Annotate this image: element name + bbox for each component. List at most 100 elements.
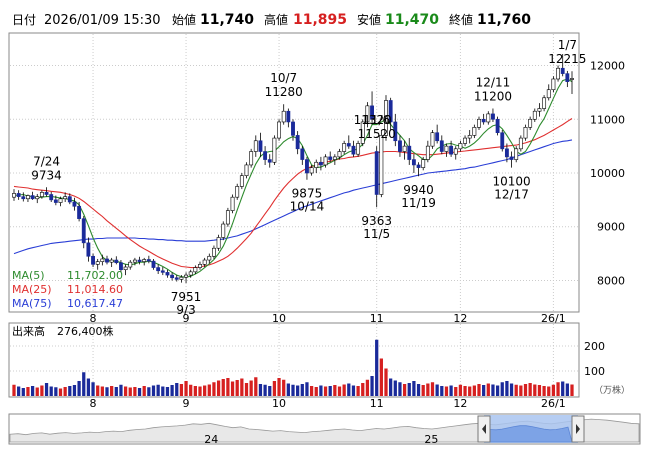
candle-body-up bbox=[556, 67, 560, 80]
month-labels-volume: 8 9 10 11 12 26/1 bbox=[90, 397, 566, 410]
volume-bar bbox=[100, 386, 104, 396]
volume-bar bbox=[537, 385, 542, 396]
open-label: 始値 bbox=[172, 12, 196, 27]
candle-body-up bbox=[337, 151, 342, 158]
annotation-value: 11280 bbox=[265, 85, 303, 99]
candle bbox=[239, 173, 244, 190]
annotation-date: 10/14 bbox=[290, 200, 325, 214]
annotation-date: 1/7 bbox=[558, 38, 577, 52]
candle-body-down bbox=[481, 118, 486, 123]
candle-body-down bbox=[295, 135, 300, 150]
candle-body-down bbox=[509, 156, 514, 160]
volume-bar bbox=[509, 383, 514, 396]
candle-body-up bbox=[100, 258, 105, 262]
candle bbox=[277, 119, 281, 141]
month-label: 12 bbox=[453, 397, 467, 410]
candle-body-up bbox=[356, 143, 361, 155]
volume-bar bbox=[458, 384, 463, 396]
candle-body-up bbox=[532, 110, 537, 120]
volume-bar bbox=[161, 386, 165, 396]
candle-body-up bbox=[184, 274, 188, 278]
volume-bar bbox=[263, 384, 267, 396]
candle-body-down bbox=[137, 259, 142, 262]
candle-body-up bbox=[486, 113, 491, 123]
annotation-value: 7951 bbox=[171, 290, 202, 304]
candle-body-down bbox=[156, 267, 161, 272]
volume-bar bbox=[286, 383, 290, 396]
candle-body-down bbox=[411, 159, 416, 166]
candle bbox=[495, 116, 500, 136]
candle-body-up bbox=[523, 127, 528, 139]
annotation-date: 12/17 bbox=[494, 188, 529, 202]
volume-bar bbox=[110, 386, 114, 396]
volume-bar bbox=[203, 385, 207, 396]
candle-body-down bbox=[67, 196, 72, 203]
volume-bar bbox=[128, 387, 132, 396]
volume-bar bbox=[254, 377, 258, 396]
volume-bar bbox=[323, 386, 328, 396]
volume-bar bbox=[454, 387, 458, 396]
volume-bar bbox=[72, 385, 77, 396]
candle-body-up bbox=[235, 186, 240, 198]
candle-body-up bbox=[239, 175, 244, 187]
date-label: 日付 bbox=[12, 13, 36, 27]
candle-body-up bbox=[95, 261, 100, 265]
candle bbox=[225, 207, 230, 227]
volume-bar bbox=[207, 384, 211, 396]
volume-bar bbox=[258, 384, 263, 396]
navigator-left-handle[interactable] bbox=[477, 415, 491, 443]
volume-bar bbox=[244, 383, 249, 396]
stock-chart-widget: 日付 2026/01/09 15:30 始値 11,740 高値 11,895 … bbox=[0, 0, 653, 470]
volume-bar bbox=[430, 382, 435, 396]
volume-bar bbox=[296, 385, 300, 396]
candle-body-up bbox=[430, 132, 435, 147]
annotation-value: 9734 bbox=[31, 168, 62, 182]
volume-bar bbox=[175, 383, 179, 396]
candle bbox=[523, 124, 528, 141]
volume-bar bbox=[384, 368, 388, 396]
candle-body-up bbox=[63, 196, 68, 200]
annotation-value: 11520 bbox=[358, 127, 396, 141]
volume-bar bbox=[495, 385, 500, 396]
volume-bar bbox=[221, 379, 225, 396]
annotation-date: 11/5 bbox=[363, 227, 390, 241]
candle-body-up bbox=[253, 140, 258, 152]
candle-body-down bbox=[30, 195, 35, 200]
candle-body-up bbox=[444, 145, 449, 152]
candle-body-down bbox=[16, 193, 21, 197]
volume-bar bbox=[426, 383, 430, 396]
annotation-value: 10100 bbox=[492, 175, 530, 189]
candle-body-up bbox=[193, 267, 198, 273]
candle-body-down bbox=[328, 156, 333, 160]
candle-body-up bbox=[225, 210, 230, 225]
volume-bar bbox=[26, 387, 30, 396]
volume-bar bbox=[230, 381, 235, 396]
ma75-value: 10,617.47 bbox=[67, 297, 123, 310]
volume-bar bbox=[216, 380, 221, 396]
candle-body-up bbox=[198, 264, 202, 268]
candle-body-up bbox=[425, 145, 430, 160]
volume-bar bbox=[435, 384, 439, 396]
volume-bar bbox=[361, 383, 365, 396]
volume-bar bbox=[449, 385, 453, 396]
candle-body-down bbox=[53, 199, 58, 203]
candle bbox=[551, 76, 556, 93]
candle-body-up bbox=[221, 223, 226, 238]
volume-bar bbox=[556, 382, 560, 396]
candle-body-up bbox=[453, 148, 458, 155]
candle-body-down bbox=[49, 194, 54, 201]
volume-bar bbox=[533, 384, 537, 396]
candle bbox=[542, 95, 547, 112]
volume-bar bbox=[389, 378, 393, 396]
volume-bar bbox=[77, 381, 81, 396]
volume-tick-label: 200 bbox=[584, 340, 605, 353]
navigator-right-handle[interactable] bbox=[571, 415, 585, 443]
volume-bar bbox=[365, 379, 370, 396]
candle-body-up bbox=[518, 137, 523, 150]
volume-bar bbox=[226, 378, 230, 396]
annotation-value: 9940 bbox=[403, 183, 434, 197]
volume-bar bbox=[314, 387, 318, 396]
volume-bar bbox=[570, 384, 574, 396]
candle-body-up bbox=[546, 89, 551, 99]
volume-bar bbox=[379, 358, 383, 396]
